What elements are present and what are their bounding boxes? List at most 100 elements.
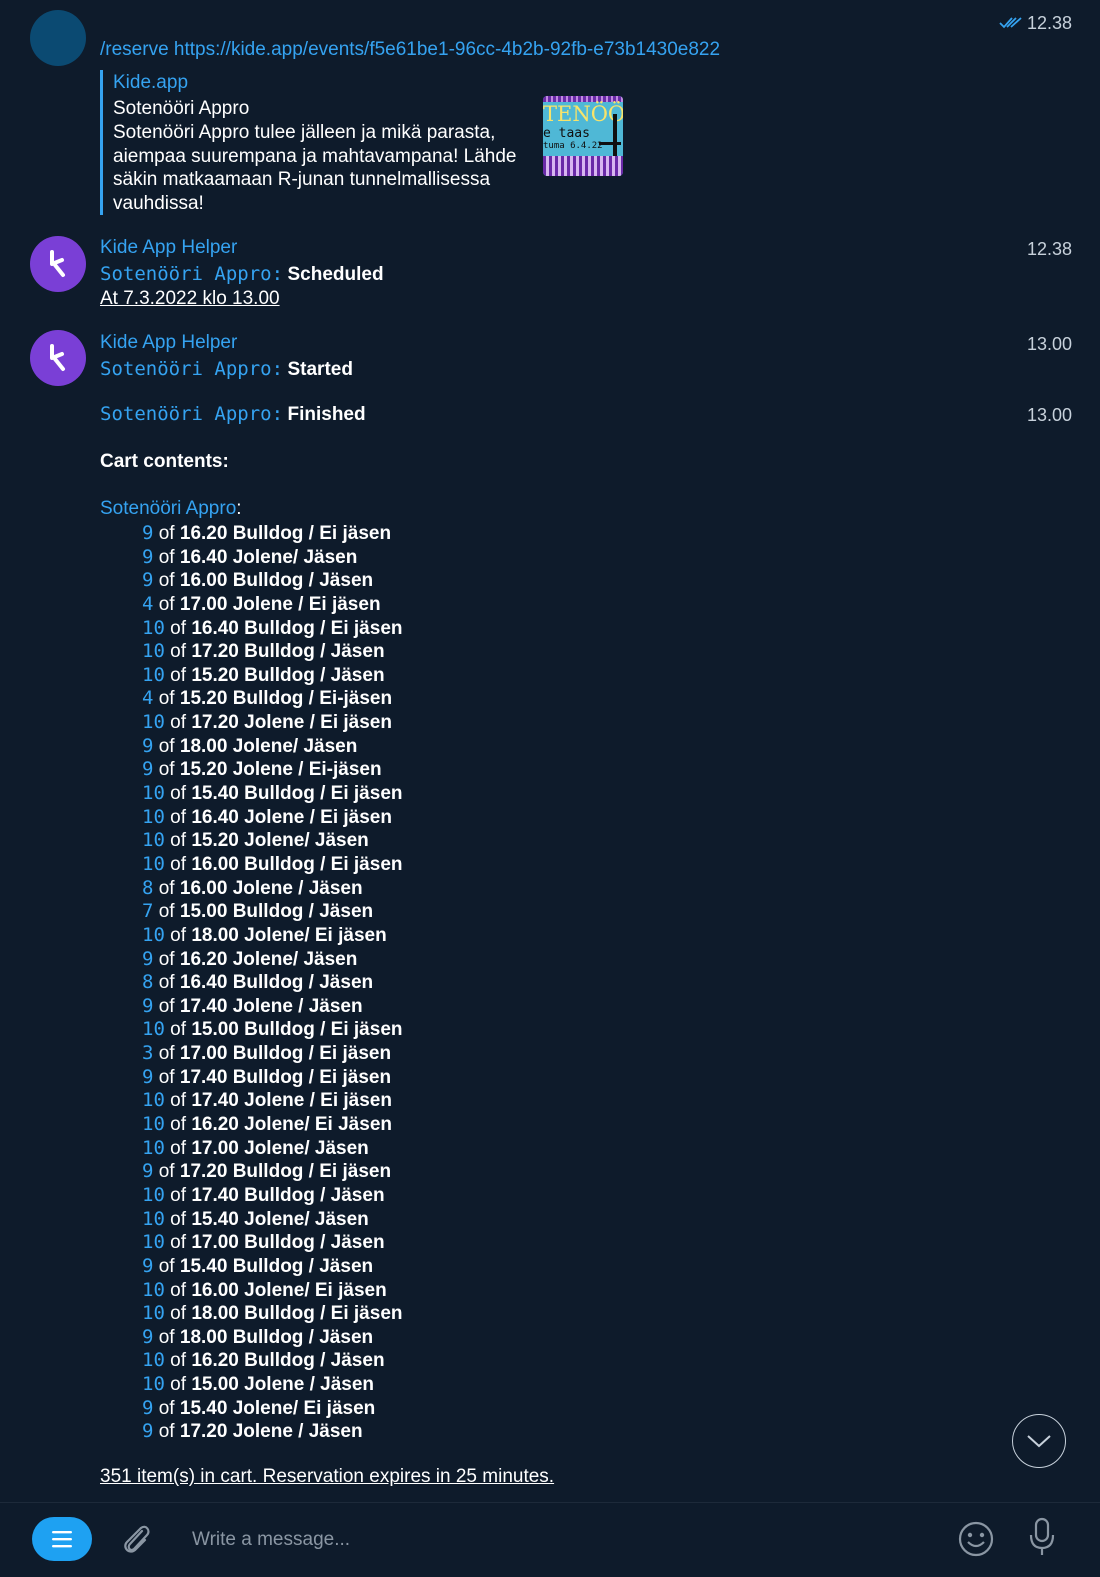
item-quantity: 4 — [142, 687, 154, 710]
preview-thumbnail: TENÖÖ e taas tuma 6.4.22 — [543, 96, 623, 176]
item-quantity: 8 — [142, 971, 154, 994]
preview-site-name: Kide.app — [113, 72, 189, 93]
item-name: 16.00 Bulldog / Jäsen — [179, 570, 374, 592]
item-quantity: 10 — [142, 1373, 165, 1396]
cart-item: 9 of 17.20 Jolene / Jäsen — [142, 1420, 403, 1444]
cart-item: 10 of 18.00 Bulldog / Ei jäsen — [142, 1302, 403, 1326]
status-text: Started — [287, 359, 353, 380]
item-name: 15.00 Jolene / Jäsen — [191, 1374, 375, 1396]
event-code-label: Sotenööri Appro: — [100, 358, 284, 380]
cart-item: 9 of 16.20 Jolene/ Jäsen — [142, 948, 403, 972]
of-word: of — [170, 1137, 187, 1159]
cart-item: 10 of 16.20 Bulldog / Jäsen — [142, 1349, 403, 1373]
of-word: of — [170, 1208, 187, 1230]
of-word: of — [170, 1090, 187, 1112]
of-word: of — [170, 1303, 187, 1325]
attach-button[interactable] — [118, 1517, 154, 1561]
item-quantity: 10 — [142, 616, 165, 639]
cart-item: 4 of 15.20 Bulldog / Ei-jäsen — [142, 687, 403, 711]
item-quantity: 10 — [142, 782, 165, 805]
of-word: of — [170, 1114, 187, 1136]
sender-name[interactable]: Kide App Helper — [100, 332, 237, 354]
item-quantity: 10 — [142, 829, 165, 852]
of-word: of — [170, 664, 187, 686]
cart-item: 10 of 16.00 Bulldog / Ei jäsen — [142, 853, 403, 877]
item-quantity: 10 — [142, 640, 165, 663]
of-word: of — [158, 995, 175, 1017]
cart-item: 10 of 17.00 Bulldog / Jäsen — [142, 1231, 403, 1255]
item-name: 15.40 Jolene/ Ei jäsen — [179, 1397, 376, 1419]
of-word: of — [158, 1421, 175, 1443]
message-input[interactable] — [190, 1521, 894, 1559]
of-word: of — [158, 1043, 175, 1065]
voice-button[interactable] — [1024, 1515, 1060, 1561]
menu-icon — [52, 1531, 72, 1548]
message-time: 12.38 — [999, 13, 1072, 35]
emoji-button[interactable] — [956, 1519, 996, 1559]
item-quantity: 10 — [142, 852, 165, 875]
cart-item: 10 of 16.40 Jolene / Ei jäsen — [142, 806, 403, 830]
of-word: of — [158, 735, 175, 757]
item-name: 17.00 Jolene / Ei jäsen — [179, 593, 381, 615]
item-quantity: 7 — [142, 900, 154, 923]
cart-item: 10 of 15.00 Bulldog / Ei jäsen — [142, 1018, 403, 1042]
event-code-label: Sotenööri Appro: — [100, 263, 284, 285]
cart-item: 10 of 16.20 Jolene/ Ei Jäsen — [142, 1113, 403, 1137]
of-word: of — [170, 1279, 187, 1301]
cart-item: 7 of 15.00 Bulldog / Jäsen — [142, 900, 403, 924]
message-time: 12.38 — [1026, 239, 1072, 259]
user-avatar[interactable] — [30, 10, 86, 66]
message-time: 13.00 — [1026, 334, 1072, 354]
double-check-icon — [999, 14, 1023, 35]
cart-item: 10 of 18.00 Jolene/ Ei jäsen — [142, 924, 403, 948]
bot-avatar[interactable] — [30, 236, 86, 292]
reserve-command[interactable]: /reserve — [100, 39, 174, 60]
sender-name[interactable]: Kide App Helper — [100, 237, 237, 259]
item-quantity: 10 — [142, 1018, 165, 1041]
item-quantity: 8 — [142, 876, 154, 899]
of-word: of — [158, 901, 175, 923]
item-quantity: 9 — [142, 1325, 154, 1348]
item-name: 15.20 Jolene / Ei-jäsen — [179, 759, 382, 781]
item-quantity: 10 — [142, 805, 165, 828]
preview-description: Sotenööri Appro tulee jälleen ja mikä pa… — [113, 122, 517, 214]
item-name: 16.00 Jolene / Jäsen — [179, 877, 363, 899]
event-url-link[interactable]: https://kide.app/events/f5e61be1-96cc-4b… — [174, 39, 720, 60]
chevron-down-icon — [1027, 1435, 1051, 1448]
link-preview[interactable]: Kide.app Sotenööri Appro Sotenööri Appro… — [100, 70, 633, 215]
event-code-label: Sotenööri Appro: — [100, 403, 284, 425]
cart-item: 4 of 17.00 Jolene / Ei jäsen — [142, 593, 403, 617]
item-name: 17.00 Bulldog / Ei jäsen — [179, 1043, 392, 1065]
event-link[interactable]: Sotenööri Appro — [100, 498, 236, 519]
of-word: of — [158, 1255, 175, 1277]
item-name: 17.40 Jolene / Ei jäsen — [191, 1090, 392, 1112]
cart-item: 9 of 17.20 Bulldog / Ei jäsen — [142, 1160, 403, 1184]
of-word: of — [170, 806, 187, 828]
item-quantity: 9 — [142, 947, 154, 970]
cart-item: 10 of 17.00 Jolene/ Jäsen — [142, 1137, 403, 1161]
item-name: 15.20 Jolene/ Jäsen — [191, 830, 369, 852]
item-quantity: 10 — [142, 1302, 165, 1325]
of-word: of — [170, 1019, 187, 1041]
of-word: of — [158, 759, 175, 781]
item-name: 18.00 Jolene/ Jäsen — [179, 735, 358, 757]
colon: : — [236, 498, 242, 519]
of-word: of — [170, 1184, 187, 1206]
item-name: 17.00 Jolene/ Jäsen — [191, 1137, 369, 1159]
of-word: of — [170, 641, 187, 663]
scroll-down-button[interactable] — [1012, 1414, 1066, 1468]
item-name: 18.00 Bulldog / Jäsen — [179, 1326, 374, 1348]
item-quantity: 9 — [142, 1065, 154, 1088]
cart-item: 10 of 17.40 Bulldog / Jäsen — [142, 1184, 403, 1208]
item-name: 16.20 Bulldog / Ei jäsen — [179, 523, 392, 544]
cart-summary: 351 item(s) in cart. Reservation expires… — [100, 1466, 555, 1487]
bot-avatar[interactable] — [30, 330, 86, 386]
cart-item: 10 of 15.00 Jolene / Jäsen — [142, 1373, 403, 1397]
item-quantity: 10 — [142, 1113, 165, 1136]
item-name: 17.40 Bulldog / Ei jäsen — [179, 1066, 392, 1088]
of-word: of — [170, 924, 187, 946]
item-name: 17.40 Bulldog / Jäsen — [191, 1184, 385, 1206]
menu-button[interactable] — [32, 1517, 92, 1561]
status-text: Scheduled — [287, 264, 384, 285]
item-name: 15.20 Bulldog / Ei-jäsen — [179, 688, 393, 710]
